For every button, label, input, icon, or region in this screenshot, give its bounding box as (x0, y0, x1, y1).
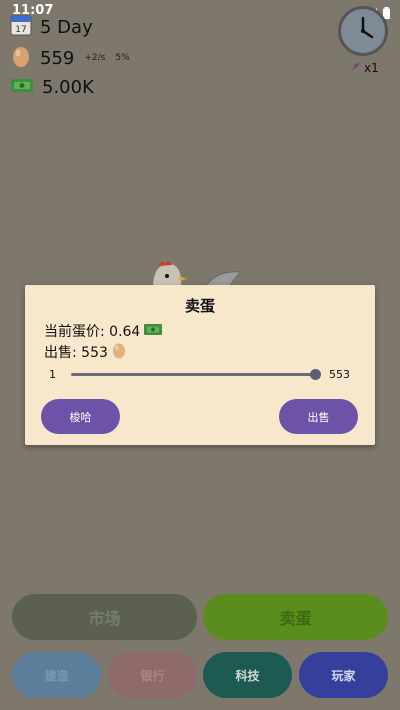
slider-min-label: 1 (49, 368, 56, 381)
tech-button[interactable]: 科技 (203, 652, 292, 698)
egg-rate: +2/s (84, 53, 106, 63)
market-button[interactable]: 市场 (12, 594, 197, 640)
day-row: 17 5 Day (10, 14, 93, 40)
egg-icon (112, 341, 126, 363)
sell-label: 出售: 553 (44, 345, 108, 361)
egg-icon (10, 44, 32, 72)
slider-thumb[interactable] (310, 369, 321, 380)
money-row: 5.00K (10, 76, 94, 98)
speed-control[interactable]: x1 (350, 60, 379, 75)
speed-label: x1 (364, 60, 379, 75)
money-icon (10, 76, 34, 98)
bank-button[interactable]: 银行 (108, 652, 197, 698)
money-amount: 5.00K (42, 76, 94, 98)
clock-icon[interactable] (338, 6, 388, 56)
egg-count: 559 (40, 47, 75, 69)
price-label: 当前蛋价: 0.64 (44, 324, 141, 340)
sell-eggs-dialog: 卖蛋 当前蛋价: 0.64 出售: 553 1 553 梭哈 出售 (25, 285, 375, 445)
egg-row: 559 +2/s 5% (10, 44, 130, 72)
quantity-slider[interactable] (71, 369, 321, 380)
egg-percent: 5% (115, 53, 130, 63)
all-in-button[interactable]: 梭哈 (41, 399, 120, 434)
rocket-icon (350, 60, 362, 75)
sell-line: 出售: 553 (44, 341, 126, 363)
calendar-date: 17 (15, 25, 26, 35)
player-button[interactable]: 玩家 (299, 652, 388, 698)
slider-fill (71, 373, 315, 376)
dialog-title: 卖蛋 (184, 297, 215, 315)
build-button[interactable]: 建造 (12, 652, 101, 698)
slider-max-label: 553 (329, 368, 350, 381)
confirm-sell-button[interactable]: 出售 (279, 399, 358, 434)
chicken-image[interactable] (145, 258, 255, 289)
sell-eggs-button[interactable]: 卖蛋 (203, 594, 388, 640)
day-counter: 5 Day (40, 16, 93, 38)
money-icon (144, 323, 163, 340)
calendar-icon: 17 (10, 14, 32, 40)
price-line: 当前蛋价: 0.64 (44, 321, 163, 341)
